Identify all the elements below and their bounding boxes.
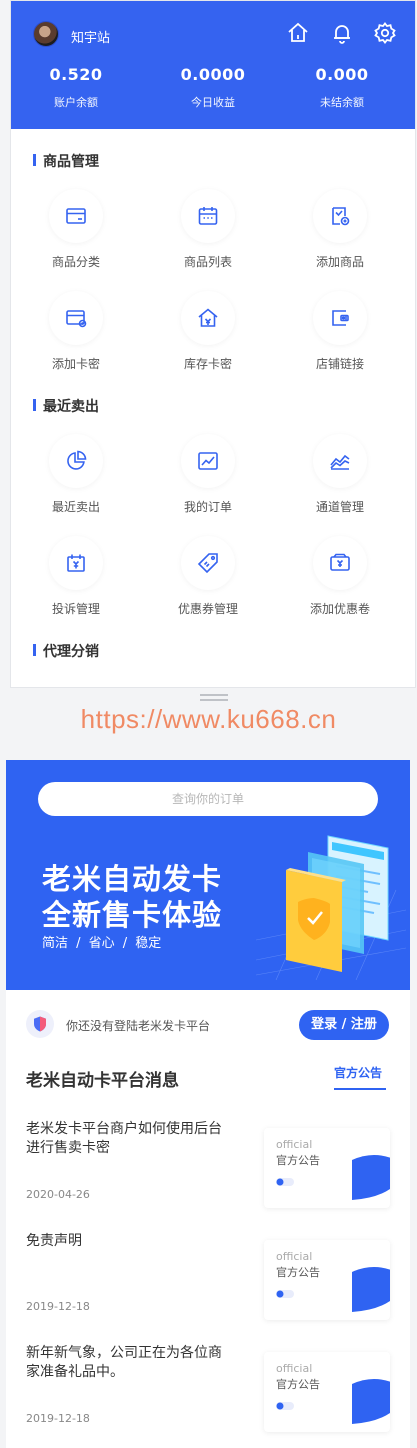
- stat-unsettled-balance: 0.000 未结余额: [277, 65, 407, 110]
- section-title-agent-distribution: 代理分销: [33, 641, 99, 661]
- stat-value: 0.0000: [180, 65, 246, 84]
- home-icon[interactable]: [286, 21, 310, 45]
- line-chart-icon: [181, 434, 235, 488]
- thumbnail-label-en: official: [276, 1250, 313, 1263]
- pie-chart-icon: [49, 434, 103, 488]
- add-coupon-icon: [313, 536, 367, 590]
- news-title: 新年新气象，公司正在为各位商家准备礼品中。: [26, 1345, 222, 1380]
- news-thumbnail: official 官方公告: [264, 1128, 390, 1208]
- thumbnail-label-cn: 官方公告: [276, 1378, 320, 1391]
- stat-label: 未结余额: [320, 96, 364, 109]
- stat-label: 账户余额: [54, 96, 98, 109]
- add-product-icon: [313, 189, 367, 243]
- coupon-tag-icon: [181, 536, 235, 590]
- news-item[interactable]: 免责声明 2019-12-18 official 官方公告: [26, 1232, 396, 1324]
- toggle-dots-icon: [276, 1402, 294, 1410]
- menu-item-label: 优惠券管理: [177, 602, 238, 616]
- home-screen: 查询你的订单 老米自动发卡 全新售卡体验 简洁 / 省心 / 稳定 你还没有登陆…: [6, 760, 410, 1448]
- stat-value: 0.000: [315, 65, 369, 84]
- order-search-input[interactable]: 查询你的订单: [38, 782, 378, 816]
- toggle-dots-icon: [276, 1290, 294, 1298]
- menu-item-label: 库存卡密: [183, 357, 232, 371]
- news-title: 老米发卡平台商户如何使用后台进行售卖卡密: [26, 1121, 222, 1156]
- gear-icon[interactable]: [373, 21, 397, 45]
- account-header: 知宇站 0.520 账户余额 0.0000 今日收益 0.000 未结余额: [11, 1, 415, 129]
- thumbnail-label-cn: 官方公告: [276, 1266, 320, 1279]
- bell-icon[interactable]: [330, 21, 354, 45]
- menu-item-label: 通道管理: [315, 500, 364, 514]
- menu-item-stock-card-key[interactable]: 库存卡密: [143, 291, 273, 372]
- menu-item-recent-sales[interactable]: 最近卖出: [11, 434, 141, 515]
- tab-official-announcement[interactable]: 官方公告: [334, 1064, 382, 1081]
- menu-item-label: 投诉管理: [51, 602, 100, 616]
- stock-house-icon: [181, 291, 235, 345]
- thumbnail-label-cn: 官方公告: [276, 1154, 320, 1167]
- area-chart-icon: [313, 434, 367, 488]
- merchant-dashboard: 知宇站 0.520 账户余额 0.0000 今日收益 0.000 未结余额 商品…: [10, 0, 416, 688]
- shield-icon: [352, 1267, 390, 1312]
- menu-item-label: 添加卡密: [51, 357, 100, 371]
- username: 知宇站: [71, 31, 111, 46]
- news-item[interactable]: 老米发卡平台商户如何使用后台进行售卖卡密 2020-04-26 official…: [26, 1120, 396, 1212]
- menu-item-product-category[interactable]: 商品分类: [11, 189, 141, 270]
- news-title: 免责声明: [26, 1233, 82, 1249]
- banner-tags: 简洁 / 省心 / 稳定: [42, 936, 162, 951]
- stat-today-income: 0.0000 今日收益: [148, 65, 278, 110]
- menu-item-label: 店铺链接: [315, 357, 364, 371]
- menu-item-coupon-management[interactable]: 优惠券管理: [143, 536, 273, 617]
- login-register-button[interactable]: 登录 / 注册: [299, 1010, 389, 1040]
- shield-icon: [352, 1155, 390, 1200]
- list-calendar-icon: [181, 189, 235, 243]
- menu-item-add-card-key[interactable]: 添加卡密: [11, 291, 141, 372]
- menu-item-add-product[interactable]: 添加商品: [275, 189, 405, 270]
- section-title-products: 商品管理: [33, 151, 99, 171]
- news-item[interactable]: 新年新气象，公司正在为各位商家准备礼品中。 2019-12-18 officia…: [26, 1344, 396, 1436]
- login-prompt-row: 你还没有登陆老米发卡平台 登录 / 注册: [6, 1008, 410, 1042]
- menu-item-complaint-management[interactable]: 投诉管理: [11, 536, 141, 617]
- stat-value: 0.520: [49, 65, 103, 84]
- shop-link-icon: [313, 291, 367, 345]
- hero-banner: 查询你的订单 老米自动发卡 全新售卡体验 简洁 / 省心 / 稳定: [6, 760, 410, 990]
- menu-item-label: 商品列表: [183, 255, 232, 269]
- menu-item-my-orders[interactable]: 我的订单: [143, 434, 273, 515]
- complaint-icon: [49, 536, 103, 590]
- news-thumbnail: official 官方公告: [264, 1352, 390, 1432]
- login-prompt-text: 你还没有登陆老米发卡平台: [66, 1019, 211, 1033]
- drag-handle-line[interactable]: [200, 699, 228, 701]
- watermark-url: https://www.ku668.cn: [80, 704, 337, 734]
- menu-item-label: 添加优惠卷: [309, 602, 370, 616]
- cards-illustration: [256, 835, 406, 980]
- menu-item-label: 最近卖出: [51, 500, 100, 514]
- menu-item-channel-management[interactable]: 通道管理: [275, 434, 405, 515]
- news-date: 2019-12-18: [26, 1300, 90, 1313]
- section-title-recent-sales: 最近卖出: [33, 396, 99, 416]
- add-card-key-icon: [49, 291, 103, 345]
- menu-item-product-list[interactable]: 商品列表: [143, 189, 273, 270]
- category-card-icon: [49, 189, 103, 243]
- stat-label: 今日收益: [191, 96, 235, 109]
- avatar[interactable]: [33, 21, 59, 47]
- messages-title: 老米自动卡平台消息: [26, 1071, 179, 1091]
- news-thumbnail: official 官方公告: [264, 1240, 390, 1320]
- thumbnail-label-en: official: [276, 1138, 313, 1151]
- menu-item-shop-link[interactable]: 店铺链接: [275, 291, 405, 372]
- stat-account-balance: 0.520 账户余额: [11, 65, 141, 110]
- drag-handle-line[interactable]: [200, 694, 228, 696]
- news-date: 2019-12-18: [26, 1412, 90, 1425]
- active-tab-indicator: [334, 1088, 386, 1090]
- menu-item-add-coupon[interactable]: 添加优惠卷: [275, 536, 405, 617]
- toggle-dots-icon: [276, 1178, 294, 1186]
- shield-icon: [352, 1379, 390, 1424]
- news-date: 2020-04-26: [26, 1188, 90, 1201]
- banner-title-line2: 全新售卡体验: [42, 898, 223, 932]
- user-shield-icon: [26, 1010, 54, 1038]
- thumbnail-label-en: official: [276, 1362, 313, 1375]
- menu-item-label: 商品分类: [51, 255, 100, 269]
- menu-item-label: 我的订单: [183, 500, 232, 514]
- menu-item-label: 添加商品: [315, 255, 364, 269]
